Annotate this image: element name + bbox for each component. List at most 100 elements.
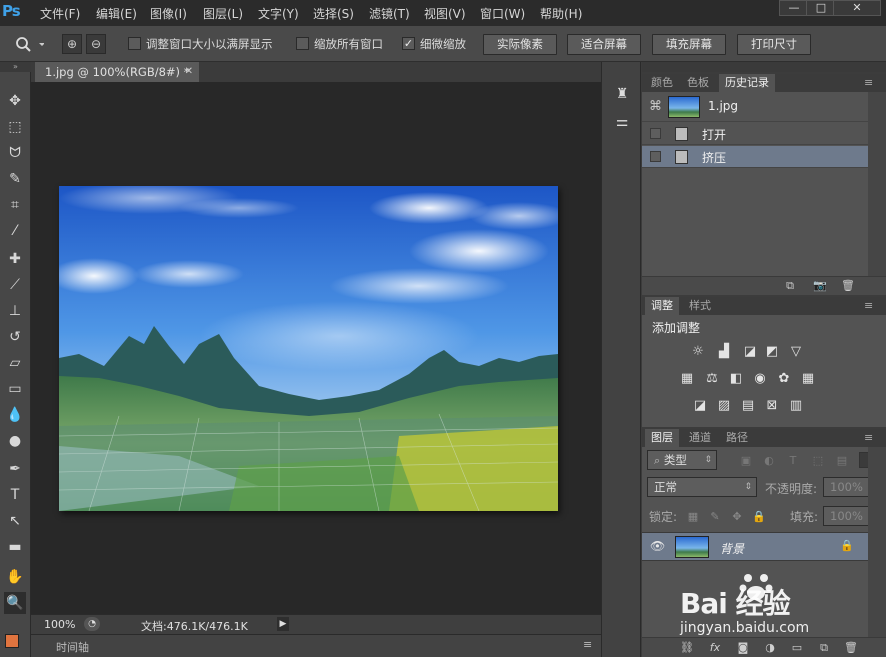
snapshot-camera-icon[interactable]: 📷 xyxy=(813,279,827,293)
filter-adjustment-icon[interactable]: ◐ xyxy=(762,454,776,468)
eraser-tool-icon[interactable]: ▱ xyxy=(4,352,26,374)
curves-icon[interactable]: ◪ xyxy=(741,344,759,360)
filter-pixel-icon[interactable]: ▣ xyxy=(739,454,753,468)
eyedropper-tool-icon[interactable]: ⁄ xyxy=(4,220,26,242)
quick-select-tool-icon[interactable]: ✎ xyxy=(4,168,26,190)
fit-screen-button[interactable]: 适合屏幕 xyxy=(567,34,641,55)
zoom-tool-icon[interactable]: 🔍 xyxy=(4,592,26,614)
history-panel-menu-icon[interactable]: ≡ xyxy=(864,76,873,89)
filter-type-icon[interactable]: T xyxy=(786,454,800,468)
layers-scrollbar[interactable] xyxy=(868,447,886,637)
tab-styles[interactable]: 样式 xyxy=(683,297,717,315)
history-snapshot-row[interactable]: ⌘ 1.jpg xyxy=(642,92,868,122)
black-white-icon[interactable]: ◧ xyxy=(727,371,745,387)
collapse-toolbar-icon[interactable]: » xyxy=(0,62,31,72)
tool-presets-icon[interactable]: ♜ xyxy=(614,86,630,106)
zoom-out-icon[interactable]: ⊖ xyxy=(86,34,106,54)
tab-layers[interactable]: 图层 xyxy=(645,429,679,447)
hue-saturation-icon[interactable]: ▦ xyxy=(678,371,696,387)
levels-icon[interactable]: ▟ xyxy=(715,344,733,360)
delete-layer-icon[interactable]: 🗑 xyxy=(844,641,858,655)
document-tab[interactable]: 1.jpg @ 100%(RGB/8#) * ✕ xyxy=(35,62,199,82)
path-select-tool-icon[interactable]: ↖ xyxy=(4,510,26,532)
lasso-tool-icon[interactable]: ᗢ xyxy=(4,142,26,164)
status-menu-arrow-icon[interactable]: ▶ xyxy=(277,617,289,631)
layer-row-background[interactable]: 👁 背景 🔒 xyxy=(642,532,868,561)
lock-all-icon[interactable]: 🔒 xyxy=(752,510,766,524)
tab-adjustments[interactable]: 调整 xyxy=(645,297,679,315)
menu-edit[interactable]: 编辑(E) xyxy=(96,5,137,22)
gradient-map-icon[interactable]: ▥ xyxy=(787,398,805,414)
landscape-image[interactable] xyxy=(59,186,558,511)
history-brush-tool-icon[interactable]: ↺ xyxy=(4,326,26,348)
add-mask-icon[interactable]: ◙ xyxy=(736,641,750,655)
blend-mode-select[interactable]: 正常 ⇕ xyxy=(647,477,757,497)
fill-screen-button[interactable]: 填充屏幕 xyxy=(652,34,726,55)
resize-windows-checkbox[interactable] xyxy=(128,37,141,50)
history-state-checkbox[interactable] xyxy=(650,128,661,139)
menu-view[interactable]: 视图(V) xyxy=(424,5,466,22)
close-button[interactable]: ✕ xyxy=(833,0,881,16)
tab-color[interactable]: 颜色 xyxy=(645,74,679,92)
exposure-icon[interactable]: ◩ xyxy=(763,344,781,360)
zoom-in-icon[interactable]: ⊕ xyxy=(62,34,82,54)
lock-pixels-icon[interactable]: ✎ xyxy=(708,510,722,524)
marquee-tool-icon[interactable]: ⬚ xyxy=(4,116,26,138)
tab-history[interactable]: 历史记录 xyxy=(719,74,775,92)
type-tool-icon[interactable]: T xyxy=(4,484,26,506)
photo-filter-icon[interactable]: ◉ xyxy=(751,371,769,387)
vibrance-icon[interactable]: ▽ xyxy=(787,344,805,360)
menu-image[interactable]: 图像(I) xyxy=(150,5,187,22)
minimize-button[interactable]: — xyxy=(779,0,809,16)
history-brush-source-icon[interactable]: ⌘ xyxy=(649,99,662,114)
pen-tool-icon[interactable]: ✒ xyxy=(4,458,26,480)
close-tab-icon[interactable]: ✕ xyxy=(185,62,193,82)
timeline-label[interactable]: 时间轴 xyxy=(56,639,89,655)
clone-stamp-tool-icon[interactable]: ⊥ xyxy=(4,300,26,322)
selective-color-icon[interactable]: ⊠ xyxy=(763,398,781,414)
channel-mixer-icon[interactable]: ✿ xyxy=(775,371,793,387)
layer-style-fx-icon[interactable]: fx xyxy=(708,641,722,655)
posterize-icon[interactable]: ▨ xyxy=(715,398,733,414)
menu-window[interactable]: 窗口(W) xyxy=(480,5,525,22)
scrubby-zoom-checkbox[interactable]: ✓ xyxy=(402,37,415,50)
blur-tool-icon[interactable]: 💧 xyxy=(4,404,26,426)
brush-tool-icon[interactable]: ⟋ xyxy=(4,274,26,296)
history-state-row[interactable]: 打开 xyxy=(642,123,868,145)
restore-button[interactable]: □ xyxy=(806,0,836,16)
gradient-tool-icon[interactable]: ▭ xyxy=(4,378,26,400)
brightness-contrast-icon[interactable]: ☼ xyxy=(689,344,707,360)
dodge-tool-icon[interactable]: ● xyxy=(4,430,26,452)
threshold-icon[interactable]: ▤ xyxy=(739,398,757,414)
tab-channels[interactable]: 通道 xyxy=(683,429,717,447)
brush-settings-icon[interactable]: ⚌ xyxy=(614,114,630,134)
crop-tool-icon[interactable]: ⌗ xyxy=(4,194,26,216)
new-adjustment-layer-icon[interactable]: ◑ xyxy=(763,641,777,655)
zoom-tool-preset-icon[interactable] xyxy=(14,35,44,53)
color-lookup-icon[interactable]: ▦ xyxy=(799,371,817,387)
actual-pixels-button[interactable]: 实际像素 xyxy=(483,34,557,55)
healing-brush-tool-icon[interactable]: ✚ xyxy=(4,248,26,270)
adjustments-panel-menu-icon[interactable]: ≡ xyxy=(864,299,873,312)
menu-filter[interactable]: 滤镜(T) xyxy=(369,5,410,22)
new-document-from-state-icon[interactable]: ⧉ xyxy=(783,279,797,293)
history-scrollbar[interactable] xyxy=(868,92,886,276)
layers-panel-menu-icon[interactable]: ≡ xyxy=(864,431,873,444)
menu-file[interactable]: 文件(F) xyxy=(40,5,80,22)
filter-smart-object-icon[interactable]: ▤ xyxy=(835,454,849,468)
color-balance-icon[interactable]: ⚖ xyxy=(703,371,721,387)
hand-tool-icon[interactable]: ✋ xyxy=(4,566,26,588)
new-layer-icon[interactable]: ⧉ xyxy=(817,641,831,655)
menu-help[interactable]: 帮助(H) xyxy=(540,5,582,22)
timeline-menu-icon[interactable]: ≡ xyxy=(583,638,592,651)
filter-shape-icon[interactable]: ⬚ xyxy=(811,454,825,468)
layer-name[interactable]: 背景 xyxy=(720,540,744,557)
print-size-button[interactable]: 打印尺寸 xyxy=(737,34,811,55)
move-tool-icon[interactable]: ✥ xyxy=(4,90,26,112)
tab-paths[interactable]: 路径 xyxy=(720,429,754,447)
tab-swatches[interactable]: 色板 xyxy=(681,74,715,92)
zoom-level[interactable]: 100% xyxy=(44,618,75,631)
new-group-icon[interactable]: ▭ xyxy=(790,641,804,655)
zoom-all-checkbox[interactable] xyxy=(296,37,309,50)
status-info-icon[interactable]: ◔ xyxy=(84,617,100,631)
